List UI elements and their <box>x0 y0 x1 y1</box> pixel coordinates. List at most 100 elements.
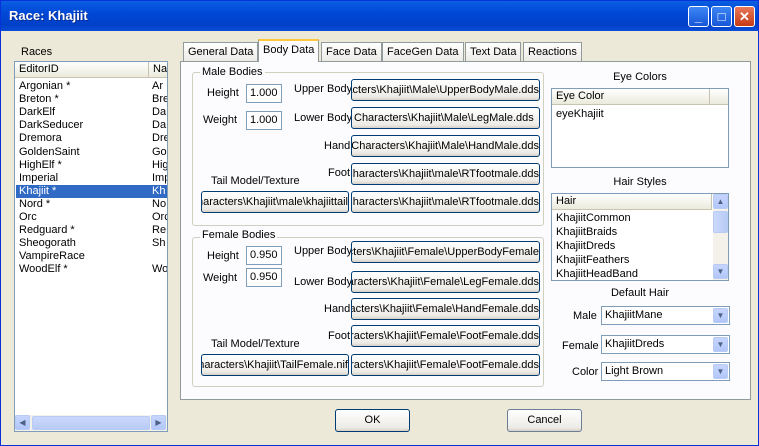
male-hand-button[interactable]: Characters\Khajiit\Male\HandMale.dds <box>351 135 540 157</box>
female-lower-body-path: Characters\Khajiit\Female\LegFemale.dds <box>351 276 539 288</box>
race-name: Imp <box>152 171 167 184</box>
race-row[interactable]: Redguard * Re <box>16 224 167 237</box>
race-editorid: Sheogorath <box>19 237 76 250</box>
male-hand-path: Characters\Khajiit\Male\HandMale.dds <box>351 140 539 152</box>
tab-text-data[interactable]: Text Data <box>465 42 522 61</box>
race-row[interactable]: GoldenSaint Go <box>16 146 167 159</box>
list-item[interactable]: KhajiitBraids <box>553 226 711 239</box>
race-row[interactable]: Sheogorath Sh <box>16 237 167 250</box>
male-height-label: Height <box>207 87 239 99</box>
races-hscroll-thumb[interactable] <box>32 416 150 430</box>
race-row[interactable]: DarkSeducer Da <box>16 119 167 132</box>
race-editorid: Dremora <box>19 132 62 145</box>
title-bar[interactable]: Race: Khajiit _ □ ✕ <box>1 1 758 31</box>
scroll-left-icon[interactable]: ◀ <box>15 415 30 430</box>
hair-styles-list[interactable]: Hair KhajiitCommon KhajiitBraids Khajiit… <box>551 193 729 281</box>
minimize-icon[interactable]: _ <box>688 6 709 27</box>
race-row[interactable]: Breton * Bre <box>16 93 167 106</box>
list-item[interactable]: eyeKhajiit <box>553 108 723 121</box>
list-item[interactable]: KhajiitDreds <box>553 240 711 253</box>
races-list[interactable]: EditorID Na Argonian * Ar Breton * Bre DarkE… <box>14 61 168 432</box>
hair-column-header[interactable]: Hair <box>552 194 712 210</box>
race-row[interactable]: HighElf * Hig <box>16 159 167 172</box>
race-editorid: Redguard * <box>19 224 75 237</box>
female-hand-label: Hand <box>324 303 351 315</box>
female-hand-path: Characters\Khajiit\Female\HandFemale.dds <box>352 303 539 315</box>
list-item[interactable]: KhajiitHeadBand <box>553 268 711 280</box>
male-lower-body-path: Characters\Khajiit\Male\LegMale.dds <box>354 112 534 124</box>
eye-colors-title: Eye Colors <box>613 71 667 83</box>
race-row[interactable]: Imperial Imp <box>16 171 167 185</box>
race-row[interactable]: VampireRace <box>16 250 167 263</box>
tab-reactions[interactable]: Reactions <box>523 42 582 61</box>
male-lower-body-button[interactable]: Characters\Khajiit\Male\LegMale.dds <box>351 107 540 129</box>
female-lower-body-label: Lower Body <box>294 276 353 288</box>
default-hair-title: Default Hair <box>610 287 670 299</box>
race-row[interactable]: Orc Orc <box>16 211 167 224</box>
male-tail-texture-button[interactable]: Characters\Khajiit\male\RTfootmale.dds <box>351 191 540 213</box>
male-weight-input[interactable]: 1.000 <box>246 111 282 130</box>
tab-face-data[interactable]: Face Data <box>321 42 382 61</box>
female-hand-button[interactable]: Characters\Khajiit\Female\HandFemale.dds <box>351 298 540 320</box>
scroll-up-icon[interactable]: ▲ <box>713 194 728 209</box>
eye-color-name: eyeKhajiit <box>556 108 604 120</box>
races-hscrollbar[interactable]: ◀ ▶ <box>15 415 167 431</box>
male-lower-body-label: Lower Body <box>294 112 353 124</box>
eye-colors-list[interactable]: Eye Color eyeKhajiit <box>551 88 729 168</box>
female-tail-texture-button[interactable]: Characters\Khajiit\Female\FootFemale.dds <box>351 354 540 376</box>
female-upper-body-path: Characters\Khajiit\Female\UpperBodyFemal… <box>352 246 539 258</box>
race-row[interactable]: Nord * No <box>16 198 167 211</box>
race-row[interactable]: Argonian * Ar <box>16 80 167 93</box>
race-editorid: WoodElf * <box>19 263 68 276</box>
hair-color-select[interactable]: Light Brown ▼ <box>601 362 730 381</box>
name-column-header[interactable]: Na <box>149 62 167 78</box>
race-row[interactable]: Khajiit * Kh <box>16 184 167 198</box>
male-hand-label: Hand <box>324 140 351 152</box>
ok-button[interactable]: OK <box>335 409 410 432</box>
tab-facegen-data[interactable]: FaceGen Data <box>382 42 464 61</box>
default-hair-female-select[interactable]: KhajiitDreds ▼ <box>601 335 730 354</box>
chevron-down-icon[interactable]: ▼ <box>713 364 728 379</box>
chevron-down-icon[interactable]: ▼ <box>713 308 728 323</box>
male-foot-path: Characters\Khajiit\male\RTfootmale.dds <box>351 168 539 180</box>
female-foot-button[interactable]: Characters\Khajiit\Female\FootFemale.dds <box>351 325 540 347</box>
default-hair-male-select[interactable]: KhajiitMane ▼ <box>601 306 730 325</box>
eye-color-column-spacer <box>710 89 728 105</box>
race-row[interactable]: DarkElf Da <box>16 106 167 119</box>
list-item[interactable]: KhajiitCommon <box>553 212 711 225</box>
eye-color-column-header[interactable]: Eye Color <box>552 89 710 105</box>
female-tail-model-button[interactable]: Characters\Khajiit\TailFemale.nif <box>201 354 349 376</box>
scroll-right-icon[interactable]: ▶ <box>151 415 166 430</box>
hair-style-name: KhajiitCommon <box>556 212 631 224</box>
hair-scroll-thumb[interactable] <box>713 211 728 233</box>
race-row[interactable]: Dremora Dre <box>16 132 167 145</box>
tab-general-data[interactable]: General Data <box>183 42 259 61</box>
editorid-column-header[interactable]: EditorID <box>15 62 149 78</box>
male-tail-model-button[interactable]: Characters\Khajiit\male\khajiittail <box>201 191 349 213</box>
race-name: Wo <box>152 263 168 276</box>
female-height-input[interactable]: 0.950 <box>246 246 282 265</box>
race-editorid: DarkElf <box>19 106 56 119</box>
male-foot-button[interactable]: Characters\Khajiit\male\RTfootmale.dds <box>351 163 540 185</box>
male-tail-model-path: Characters\Khajiit\male\khajiittail <box>201 196 348 208</box>
cancel-button[interactable]: Cancel <box>507 409 582 432</box>
race-row[interactable]: WoodElf * Wo <box>16 263 168 276</box>
scroll-down-icon[interactable]: ▼ <box>713 264 728 279</box>
female-lower-body-button[interactable]: Characters\Khajiit\Female\LegFemale.dds <box>351 271 540 293</box>
hair-vscrollbar[interactable]: ▲ ▼ <box>713 194 728 280</box>
tab-body-data[interactable]: Body Data <box>258 39 320 62</box>
female-upper-body-button[interactable]: Characters\Khajiit\Female\UpperBodyFemal… <box>351 241 540 263</box>
female-weight-input[interactable]: 0.950 <box>246 268 282 287</box>
race-name: Re <box>152 224 167 237</box>
female-tail-texture-path: Characters\Khajiit\Female\FootFemale.dds <box>351 359 539 371</box>
male-upper-body-button[interactable]: Characters\Khajiit\Male\UpperBodyMale.dd… <box>351 79 540 101</box>
list-item[interactable]: KhajiitFeathers <box>553 254 711 267</box>
male-height-input[interactable]: 1.000 <box>246 84 282 103</box>
female-foot-path: Characters\Khajiit\Female\FootFemale.dds <box>351 330 539 342</box>
male-foot-label: Foot <box>328 167 351 179</box>
maximize-icon[interactable]: □ <box>711 6 732 27</box>
chevron-down-icon[interactable]: ▼ <box>713 337 728 352</box>
close-icon[interactable]: ✕ <box>734 6 755 27</box>
hair-style-name: KhajiitBraids <box>556 226 618 238</box>
race-editorid: Imperial <box>19 171 59 184</box>
